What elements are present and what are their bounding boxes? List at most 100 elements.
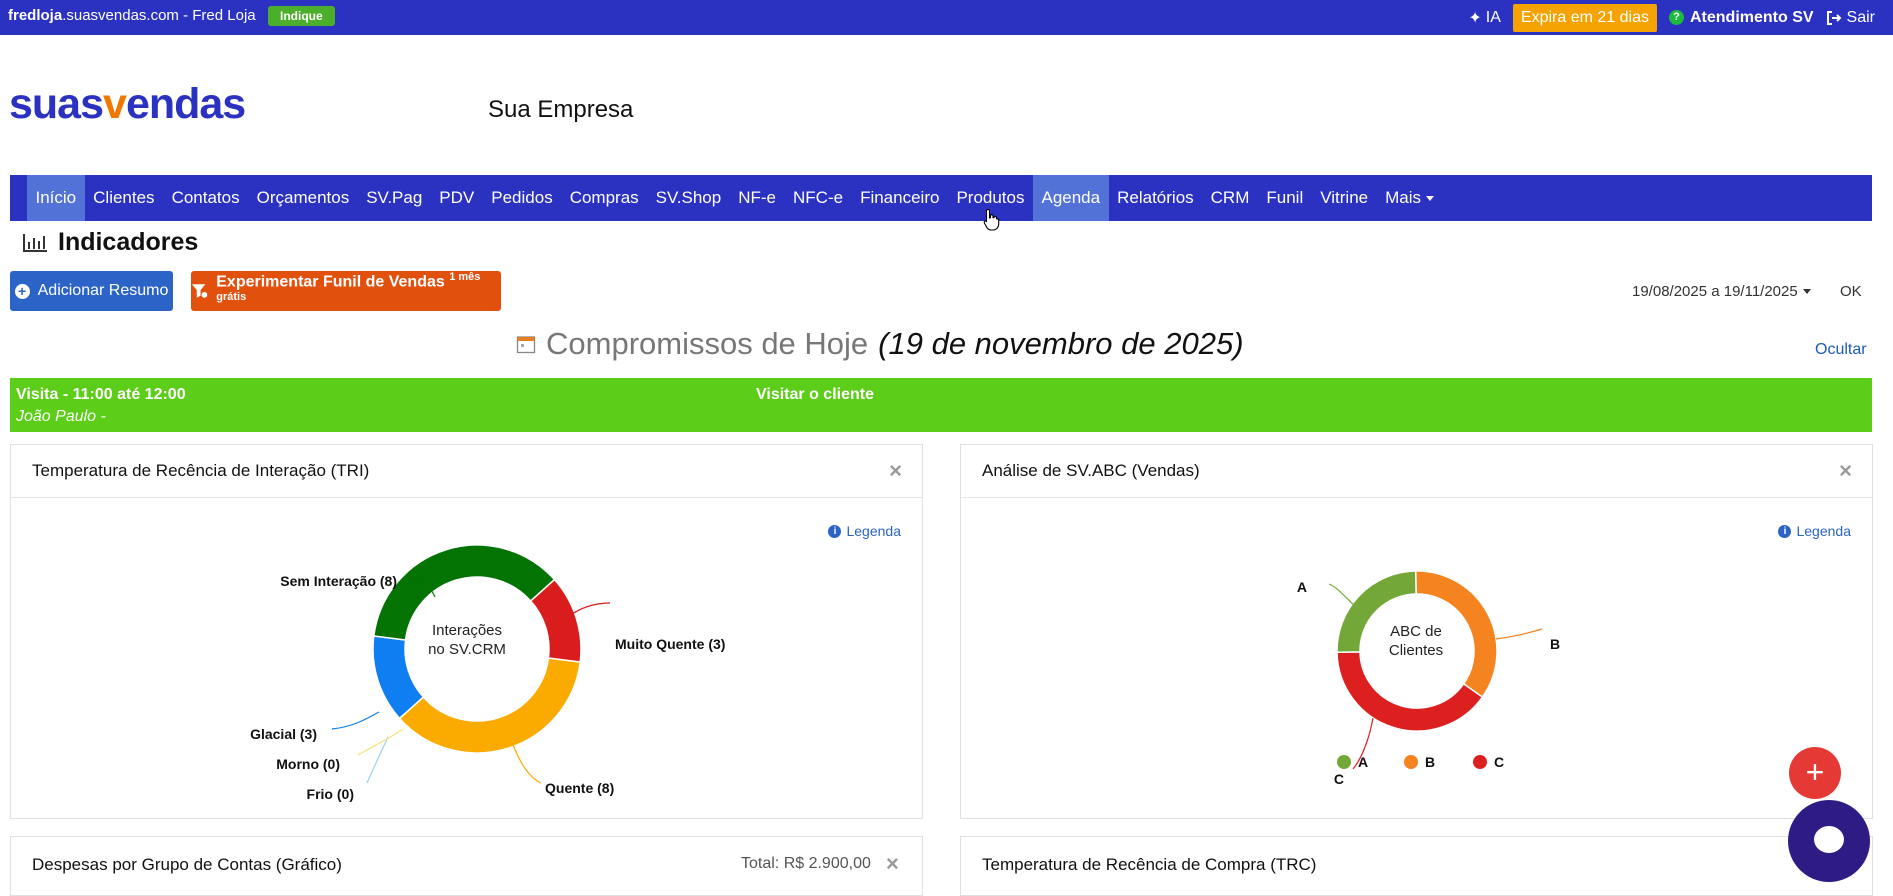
ia-label: IA [1485, 8, 1501, 26]
abc-legend-text-0[interactable]: A [1358, 754, 1368, 770]
appointment-person: João Paulo - [16, 408, 106, 425]
close-icon[interactable]: × [886, 851, 899, 877]
abc-slice-0[interactable] [1336, 570, 1417, 654]
plus-circle-icon: + [14, 283, 30, 299]
abc-slice-2[interactable] [1336, 651, 1484, 732]
company-name: Sua Empresa [488, 96, 634, 123]
logout-label: Sair [1846, 8, 1875, 26]
trc-panel-title: Temperatura de Recência de Compra (TRC) [982, 855, 1317, 874]
add-summary-button[interactable]: + Adicionar Resumo [10, 271, 173, 311]
site-name[interactable]: fredloja.suasvendas.com - Fred Loja [8, 7, 256, 24]
tri-label-4: Morno (0) [276, 756, 340, 772]
ia-link[interactable]: ✦ IA [1468, 8, 1501, 28]
tri-connector-4 [357, 728, 404, 756]
chat-widget-button[interactable] [1788, 800, 1870, 882]
abc-connector-0 [1328, 583, 1357, 608]
logo-text-v: v [103, 80, 127, 128]
tri-slice-2[interactable] [398, 657, 582, 754]
nav-item-pedidos[interactable]: Pedidos [483, 175, 561, 221]
add-summary-label: Adicionar Resumo [37, 282, 169, 299]
chat-bubble-icon [1814, 826, 1844, 853]
close-icon[interactable]: × [1839, 458, 1852, 484]
abc-legend-marker-1[interactable] [1404, 755, 1418, 769]
nav-item-svpag[interactable]: SV.Pag [358, 175, 431, 221]
tri-panel: Temperatura de Recência de Interação (TR… [10, 444, 923, 819]
top-bar: fredloja.suasvendas.com - Fred Loja Indi… [0, 0, 1893, 35]
atendimento-label: Atendimento SV [1689, 8, 1814, 26]
expenses-panel: Despesas por Grupo de Contas (Gráfico) T… [10, 836, 923, 896]
tri-center-line2: no SV.CRM [428, 641, 506, 658]
nav-item-funil[interactable]: Funil [1258, 175, 1312, 221]
nav-item-contatos[interactable]: Contatos [163, 175, 248, 221]
date-range-select[interactable]: 19/08/2025 a 19/11/2025 [1632, 283, 1811, 300]
tri-donut-chart: Interações no SV.CRM Sem Interação (8) Mu… [250, 544, 725, 802]
page-heading: Indicadores [22, 228, 198, 257]
page-title: Indicadores [58, 228, 199, 256]
tri-connector-2 [511, 741, 542, 784]
tri-connector-5 [331, 711, 380, 730]
appointments-title-text: Compromissos de Hoje [546, 326, 869, 361]
bar-chart-icon [23, 233, 47, 252]
expenses-total: Total: R$ 2.900,00 [741, 855, 871, 872]
tri-panel-header: Temperatura de Recência de Interação (TR… [11, 445, 922, 498]
tri-label-0: Sem Interação (8) [280, 573, 397, 589]
nav-item-orcamentos[interactable]: Orçamentos [248, 175, 358, 221]
abc-panel-title: Análise de SV.ABC (Vendas) [982, 461, 1200, 480]
indique-button[interactable]: Indique [268, 6, 335, 26]
ok-button[interactable]: OK [1840, 283, 1862, 300]
nav-item-vitrine[interactable]: Vitrine [1312, 175, 1377, 221]
abc-legend-marker-2[interactable] [1473, 755, 1487, 769]
abc-label-0: A [1297, 579, 1307, 595]
abc-panel: Análise de SV.ABC (Vendas) × i Legenda A… [960, 444, 1873, 819]
abc-donut-chart: ABC de Clientes ABCA B C [1297, 570, 1560, 787]
top-bar-right: ✦ IA Expira em 21 dias ? Atendimento SV … [1468, 0, 1875, 35]
appointment-item[interactable]: Visita - 11:00 até 12:00 João Paulo - Vi… [10, 378, 1872, 432]
logout-link[interactable]: Sair [1826, 9, 1875, 27]
hide-appointments-link[interactable]: Ocultar [1815, 341, 1867, 359]
abc-panel-header: Análise de SV.ABC (Vendas) × [961, 445, 1872, 498]
abc-legend-text-1[interactable]: B [1425, 754, 1435, 770]
nav-item-svshop[interactable]: SV.Shop [647, 175, 730, 221]
tri-label-2: Quente (8) [545, 780, 614, 796]
hand-cursor-icon [983, 208, 1000, 231]
abc-legend-marker-0[interactable] [1337, 755, 1351, 769]
logout-icon [1826, 10, 1841, 25]
nav-item-agenda[interactable]: Agenda [1032, 175, 1109, 221]
nav-item-clientes[interactable]: Clientes [85, 175, 163, 221]
trc-panel: Temperatura de Recência de Compra (TRC) [960, 836, 1873, 896]
suasvendas-logo[interactable]: suasvendas [9, 80, 246, 129]
nav-item-nfce[interactable]: NFC-e [785, 175, 852, 221]
nav-item-relatorios[interactable]: Relatórios [1109, 175, 1203, 221]
nav-item-mais-label: Mais [1385, 188, 1422, 207]
help-icon: ? [1668, 10, 1684, 25]
nav-item-pdv[interactable]: PDV [431, 175, 483, 221]
chevron-down-icon [1802, 289, 1811, 294]
nav-item-inicio[interactable]: Início [27, 175, 85, 221]
abc-label-1: B [1550, 636, 1560, 652]
nav-item-compras[interactable]: Compras [561, 175, 647, 221]
sparkle-icon: ✦ [1468, 9, 1482, 27]
appointment-type-time: Visita - 11:00 até 12:00 [16, 386, 186, 403]
nav-item-nfe[interactable]: NF-e [730, 175, 785, 221]
tri-label-5: Glacial (3) [250, 726, 317, 742]
try-funnel-button[interactable]: Experimentar Funil de Vendas 1 mês gráti… [191, 271, 501, 311]
date-range-value: 19/08/2025 a 19/11/2025 [1632, 283, 1798, 300]
nav-item-mais[interactable]: Mais [1377, 175, 1443, 221]
appointments-title: Compromissos de Hoje (19 de novembro de … [516, 326, 1244, 362]
abc-center-line1: ABC de [1390, 623, 1442, 640]
trial-expiry-badge[interactable]: Expira em 21 dias [1512, 3, 1657, 32]
close-icon[interactable]: × [889, 458, 902, 484]
tri-center-line1: Interações [432, 622, 502, 639]
abc-label-2: C [1334, 771, 1344, 787]
tri-panel-title: Temperatura de Recência de Interação (TR… [32, 461, 370, 480]
floating-add-button[interactable]: + [1789, 747, 1841, 799]
site-name-rest: .suasvendas.com - Fred Loja [62, 7, 256, 24]
atendimento-link[interactable]: ? Atendimento SV [1668, 8, 1814, 27]
expenses-panel-title: Despesas por Grupo de Contas (Gráfico) [32, 855, 342, 874]
nav-item-financeiro[interactable]: Financeiro [852, 175, 948, 221]
main-navbar: Início Clientes Contatos Orçamentos SV.P… [10, 175, 1872, 221]
abc-center-line2: Clientes [1389, 642, 1443, 659]
nav-item-crm[interactable]: CRM [1202, 175, 1258, 221]
try-funnel-label: Experimentar Funil de Vendas [216, 273, 445, 290]
abc-legend-text-2[interactable]: C [1494, 754, 1504, 770]
